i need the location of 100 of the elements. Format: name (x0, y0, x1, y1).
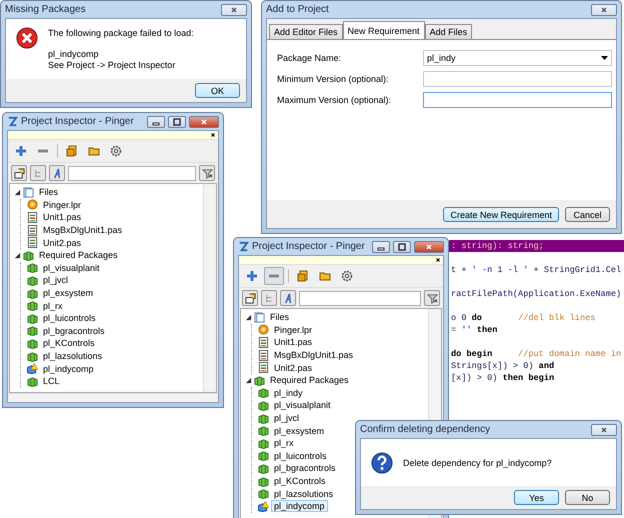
tree-item[interactable]: Pinger.lpr (271, 324, 316, 336)
close-button[interactable] (221, 4, 247, 16)
package-icon (27, 288, 38, 299)
minimize-button[interactable] (372, 240, 390, 252)
tree-item[interactable]: Required Packages (267, 374, 352, 386)
dialog-button[interactable]: Yes (514, 490, 559, 505)
tree-item[interactable]: Unit2.pas (271, 362, 316, 374)
tree-item[interactable]: pl_jvcl (271, 412, 302, 424)
tree-item[interactable]: pl_KControls (271, 475, 329, 488)
code-line: = '' then (450, 324, 498, 336)
caret-icon (601, 56, 608, 60)
tree-item[interactable]: pl_indycomp (271, 500, 328, 512)
close-icon[interactable] (435, 257, 441, 263)
package-warning-icon (27, 363, 38, 374)
clear-filter-button[interactable] (199, 165, 215, 181)
tab[interactable]: New Requirement (342, 21, 425, 39)
minimize-button[interactable] (147, 116, 165, 128)
tree-item[interactable]: pl_rx (40, 300, 66, 312)
package-icon (258, 412, 269, 424)
horizontal-scrollbar[interactable] (9, 393, 217, 402)
dialog-button[interactable]: Create New Requirement (443, 207, 559, 222)
input-field[interactable] (423, 92, 612, 108)
tab[interactable]: Add Files (424, 24, 472, 39)
tree-item[interactable]: Files (267, 311, 292, 324)
dialog-button[interactable]: Cancel (565, 207, 610, 222)
tree-item[interactable]: pl_indycomp (40, 362, 97, 375)
close-button[interactable] (591, 424, 617, 436)
tree-item[interactable]: Pinger.lpr (40, 198, 84, 211)
expander-icon[interactable] (14, 252, 21, 259)
tree-item[interactable]: pl_exsystem (40, 287, 96, 300)
expander-icon[interactable] (14, 188, 21, 196)
package-icon (27, 325, 38, 336)
tree-icon (264, 292, 274, 304)
add-item-button[interactable] (11, 165, 27, 181)
package-icon (27, 300, 38, 312)
tree-item[interactable]: pl_KControls (40, 337, 98, 350)
maximize-button[interactable] (393, 240, 411, 252)
close-button[interactable] (414, 240, 444, 252)
gear-icon (110, 146, 122, 156)
folder-icon (88, 148, 100, 156)
tree-item[interactable]: pl_lazsolutions (40, 350, 106, 362)
tree-item[interactable]: pl_exsystem (271, 424, 328, 437)
tree-item[interactable]: Files (36, 186, 62, 198)
plus-icon (246, 270, 258, 282)
tree-item[interactable]: Unit1.pas (40, 211, 84, 224)
window-icon (244, 292, 256, 304)
package-icon (258, 476, 269, 487)
maximize-button[interactable] (168, 116, 186, 128)
expander-icon[interactable] (245, 314, 252, 321)
package-icon (258, 462, 269, 474)
window-title: Project Inspector - Pinger (252, 241, 366, 252)
close-icon (230, 6, 238, 14)
package-dropdown[interactable]: pl_indy (423, 50, 612, 66)
sort-button[interactable] (280, 290, 296, 306)
message-text: pl_indycomp (48, 49, 100, 59)
tree-item[interactable]: LCL (40, 375, 63, 388)
vertical-scrollbar[interactable] (203, 184, 216, 392)
document-icon (66, 146, 76, 156)
dialog-button[interactable]: OK (195, 83, 240, 98)
package-icon (258, 387, 269, 398)
package-icon (258, 400, 269, 411)
plus-icon (15, 145, 27, 157)
message-text: The following package failed to load: (48, 28, 194, 38)
tree-item[interactable]: Unit2.pas (40, 236, 84, 249)
expander-icon[interactable] (245, 376, 252, 384)
close-icon[interactable] (210, 132, 216, 138)
project-icon (27, 199, 38, 210)
package-icon (27, 274, 38, 286)
tree-item[interactable]: pl_luicontrols (271, 450, 330, 462)
minus-icon (269, 274, 279, 278)
code-line: [x]) > 0) then begin (450, 372, 556, 384)
input-field[interactable] (423, 71, 612, 87)
close-button[interactable] (591, 4, 617, 16)
document-stack-icon (23, 186, 34, 198)
close-button[interactable] (189, 116, 219, 128)
filter-field[interactable] (299, 290, 421, 306)
tree-item[interactable]: Required Packages (36, 249, 121, 262)
field-label: Maximum Version (optional): (277, 95, 392, 105)
tree-item[interactable]: pl_bgracontrols (40, 324, 108, 337)
tree-item[interactable]: MsgBxDlgUnit1.pas (271, 349, 356, 362)
maximize-icon (398, 242, 406, 250)
clear-filter-button[interactable] (424, 290, 440, 306)
project-icon (258, 324, 269, 336)
tree-item[interactable]: pl_lazsolutions (271, 488, 336, 500)
tree-item[interactable]: MsgBxDlgUnit1.pas (40, 224, 126, 236)
tree-item[interactable]: pl_rx (271, 437, 297, 450)
sort-button[interactable] (49, 165, 65, 181)
add-item-button[interactable] (242, 290, 258, 306)
dialog-button[interactable]: No (565, 490, 610, 505)
tree-item[interactable]: pl_jvcl (40, 274, 72, 286)
tree-item[interactable]: pl_visualplanit (271, 399, 334, 412)
maximize-icon (173, 118, 181, 126)
tab[interactable]: Add Editor Files (269, 24, 343, 39)
tree-item[interactable]: pl_visualplanit (40, 262, 103, 274)
tree-item[interactable]: pl_luicontrols (40, 312, 99, 324)
tree-item[interactable]: Unit1.pas (271, 336, 316, 348)
tree-item[interactable]: pl_indy (271, 386, 306, 399)
filter-field[interactable] (68, 166, 196, 180)
window-title: Project Inspector - Pinger (21, 116, 135, 127)
tree-item[interactable]: pl_bgracontrols (271, 462, 339, 474)
